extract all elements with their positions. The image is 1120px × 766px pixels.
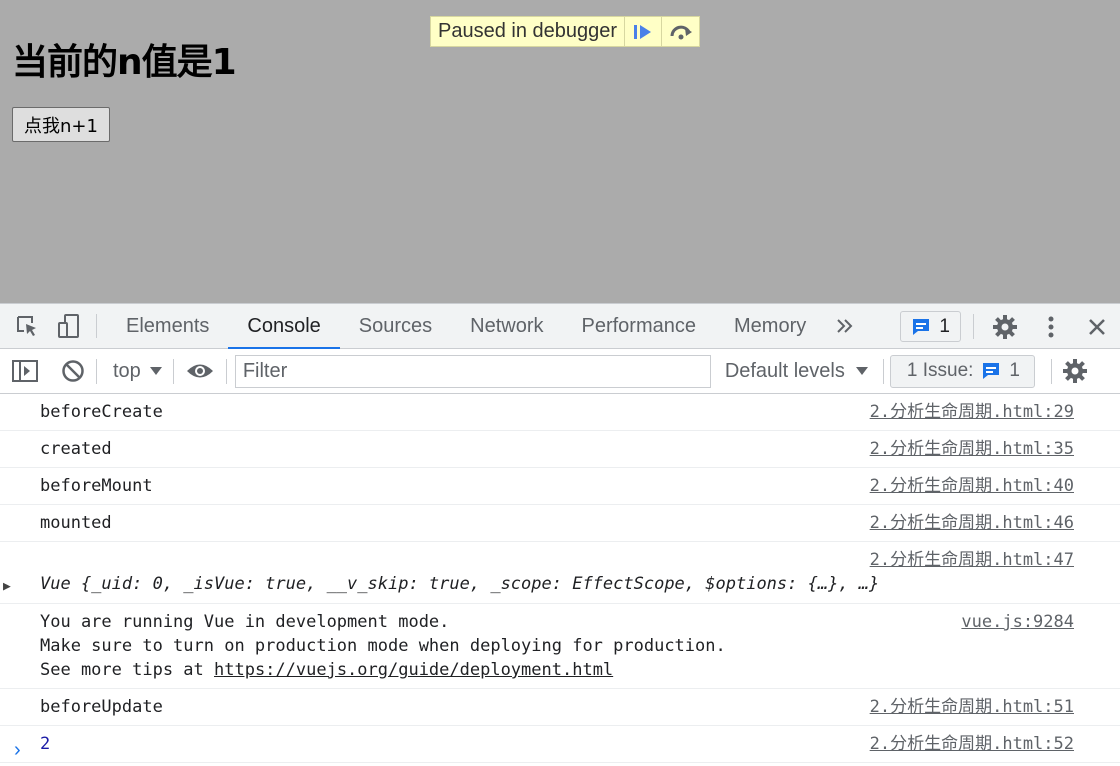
- resume-icon[interactable]: [625, 17, 663, 46]
- settings-gear-icon[interactable]: [982, 304, 1028, 349]
- tab-label: Memory: [734, 314, 807, 337]
- more-tabs-button[interactable]: [825, 304, 865, 348]
- paused-message: Paused in debugger: [431, 17, 626, 46]
- context-label: top: [113, 359, 141, 382]
- context-selector[interactable]: top: [97, 360, 173, 383]
- levels-label: Default levels: [724, 359, 845, 382]
- tab-sources[interactable]: Sources: [340, 304, 451, 348]
- object-summary: Vue {_uid: 0, _isVue: true, __v_skip: tr…: [40, 574, 880, 594]
- console-message: beforeMount 2.分析生命周期.html:40: [0, 468, 1120, 505]
- source-link[interactable]: 2.分析生命周期.html:29: [870, 400, 1074, 424]
- console-toolbar: top Filter Default levels 1 Issue: 1: [0, 349, 1120, 394]
- issues-count: 1: [1009, 360, 1020, 381]
- device-toolbar-icon[interactable]: [48, 304, 90, 348]
- message-count: 1: [939, 315, 950, 337]
- message-line: You are running Vue in development mode.: [40, 612, 450, 632]
- deployment-guide-link[interactable]: https://vuejs.org/guide/deployment.html: [214, 660, 613, 680]
- increment-button[interactable]: 点我n+1: [12, 107, 110, 142]
- source-link[interactable]: vue.js:9284: [961, 610, 1074, 634]
- inspect-element-icon[interactable]: [6, 304, 48, 348]
- message-text: beforeMount: [40, 476, 153, 496]
- issues-button[interactable]: 1 Issue: 1: [889, 354, 1035, 388]
- step-over-icon[interactable]: [662, 17, 699, 46]
- console-message-object: 2.分析生命周期.html:47 ▶ Vue {_uid: 0, _isVue: …: [0, 542, 1120, 604]
- divider: [973, 314, 974, 339]
- tab-label: Elements: [126, 314, 210, 337]
- message-text: beforeUpdate: [40, 697, 163, 717]
- page-heading: 当前的n值是1: [12, 42, 237, 83]
- source-link[interactable]: 2.分析生命周期.html:40: [870, 474, 1074, 498]
- tab-elements[interactable]: Elements: [107, 304, 228, 348]
- console-output: beforeCreate 2.分析生命周期.html:29 created 2.…: [0, 394, 1120, 763]
- divider: [225, 358, 227, 384]
- chevron-double-right-icon: [837, 319, 853, 333]
- console-message: beforeUpdate 2.分析生命周期.html:51: [0, 689, 1120, 726]
- message-icon: [983, 363, 1000, 379]
- clear-console-icon[interactable]: [50, 359, 96, 383]
- expand-triangle-icon[interactable]: ▶: [3, 575, 11, 599]
- tab-label: Sources: [358, 314, 433, 337]
- devtools-tabbar: Elements Console Sources Network Perform…: [0, 304, 1120, 349]
- console-messages-button[interactable]: 1: [900, 311, 961, 342]
- issues-label: 1 Issue:: [906, 360, 974, 381]
- console-prompt-chevron-icon[interactable]: ›: [14, 739, 21, 762]
- source-link[interactable]: 2.分析生命周期.html:35: [870, 437, 1074, 461]
- tabbar-right-controls: 1: [900, 304, 1120, 349]
- source-link[interactable]: 2.分析生命周期.html:52: [870, 732, 1074, 756]
- message-text: mounted: [40, 513, 112, 533]
- console-message: created 2.分析生命周期.html:35: [0, 431, 1120, 468]
- tab-performance[interactable]: Performance: [563, 304, 716, 348]
- message-line-prefix: See more tips at: [40, 660, 214, 680]
- log-levels-dropdown[interactable]: Default levels: [711, 360, 883, 383]
- divider: [882, 358, 884, 384]
- source-link[interactable]: 2.分析生命周期.html:46: [870, 511, 1074, 535]
- live-expression-eye-icon[interactable]: [174, 362, 226, 380]
- message-icon: [913, 318, 930, 335]
- message-text: beforeCreate: [40, 402, 163, 422]
- console-settings-gear-icon[interactable]: [1052, 349, 1098, 394]
- debugger-paused-overlay: Paused in debugger: [430, 16, 701, 47]
- dropdown-arrow-icon: [149, 367, 162, 375]
- tab-label: Console: [247, 314, 321, 337]
- tab-network[interactable]: Network: [451, 304, 562, 348]
- tab-console[interactable]: Console: [228, 304, 341, 349]
- message-text: 2: [40, 734, 51, 754]
- dropdown-arrow-icon: [855, 367, 868, 375]
- source-link[interactable]: 2.分析生命周期.html:51: [870, 695, 1074, 719]
- tab-memory[interactable]: Memory: [715, 304, 825, 348]
- message-line: Make sure to turn on production mode whe…: [40, 636, 726, 656]
- more-options-icon[interactable]: [1028, 304, 1074, 349]
- tab-label: Network: [470, 314, 544, 337]
- console-message: mounted 2.分析生命周期.html:46: [0, 505, 1120, 542]
- sidebar-toggle-icon[interactable]: [0, 360, 50, 382]
- divider: [96, 314, 97, 338]
- console-message: vue.js:9284 You are running Vue in devel…: [0, 604, 1120, 689]
- filter-input[interactable]: Filter: [234, 354, 711, 388]
- filter-placeholder: Filter: [242, 359, 288, 382]
- console-message: beforeCreate 2.分析生命周期.html:29: [0, 394, 1120, 431]
- source-link[interactable]: 2.分析生命周期.html:47: [870, 548, 1074, 572]
- tab-label: Performance: [581, 314, 697, 337]
- message-text: created: [40, 439, 112, 459]
- console-message: 2 2.分析生命周期.html:52: [0, 726, 1120, 763]
- devtools-panel: Elements Console Sources Network Perform…: [0, 303, 1120, 766]
- page-viewport: 当前的n值是1 点我n+1 Paused in debugger: [0, 0, 1120, 303]
- close-icon[interactable]: [1074, 304, 1120, 349]
